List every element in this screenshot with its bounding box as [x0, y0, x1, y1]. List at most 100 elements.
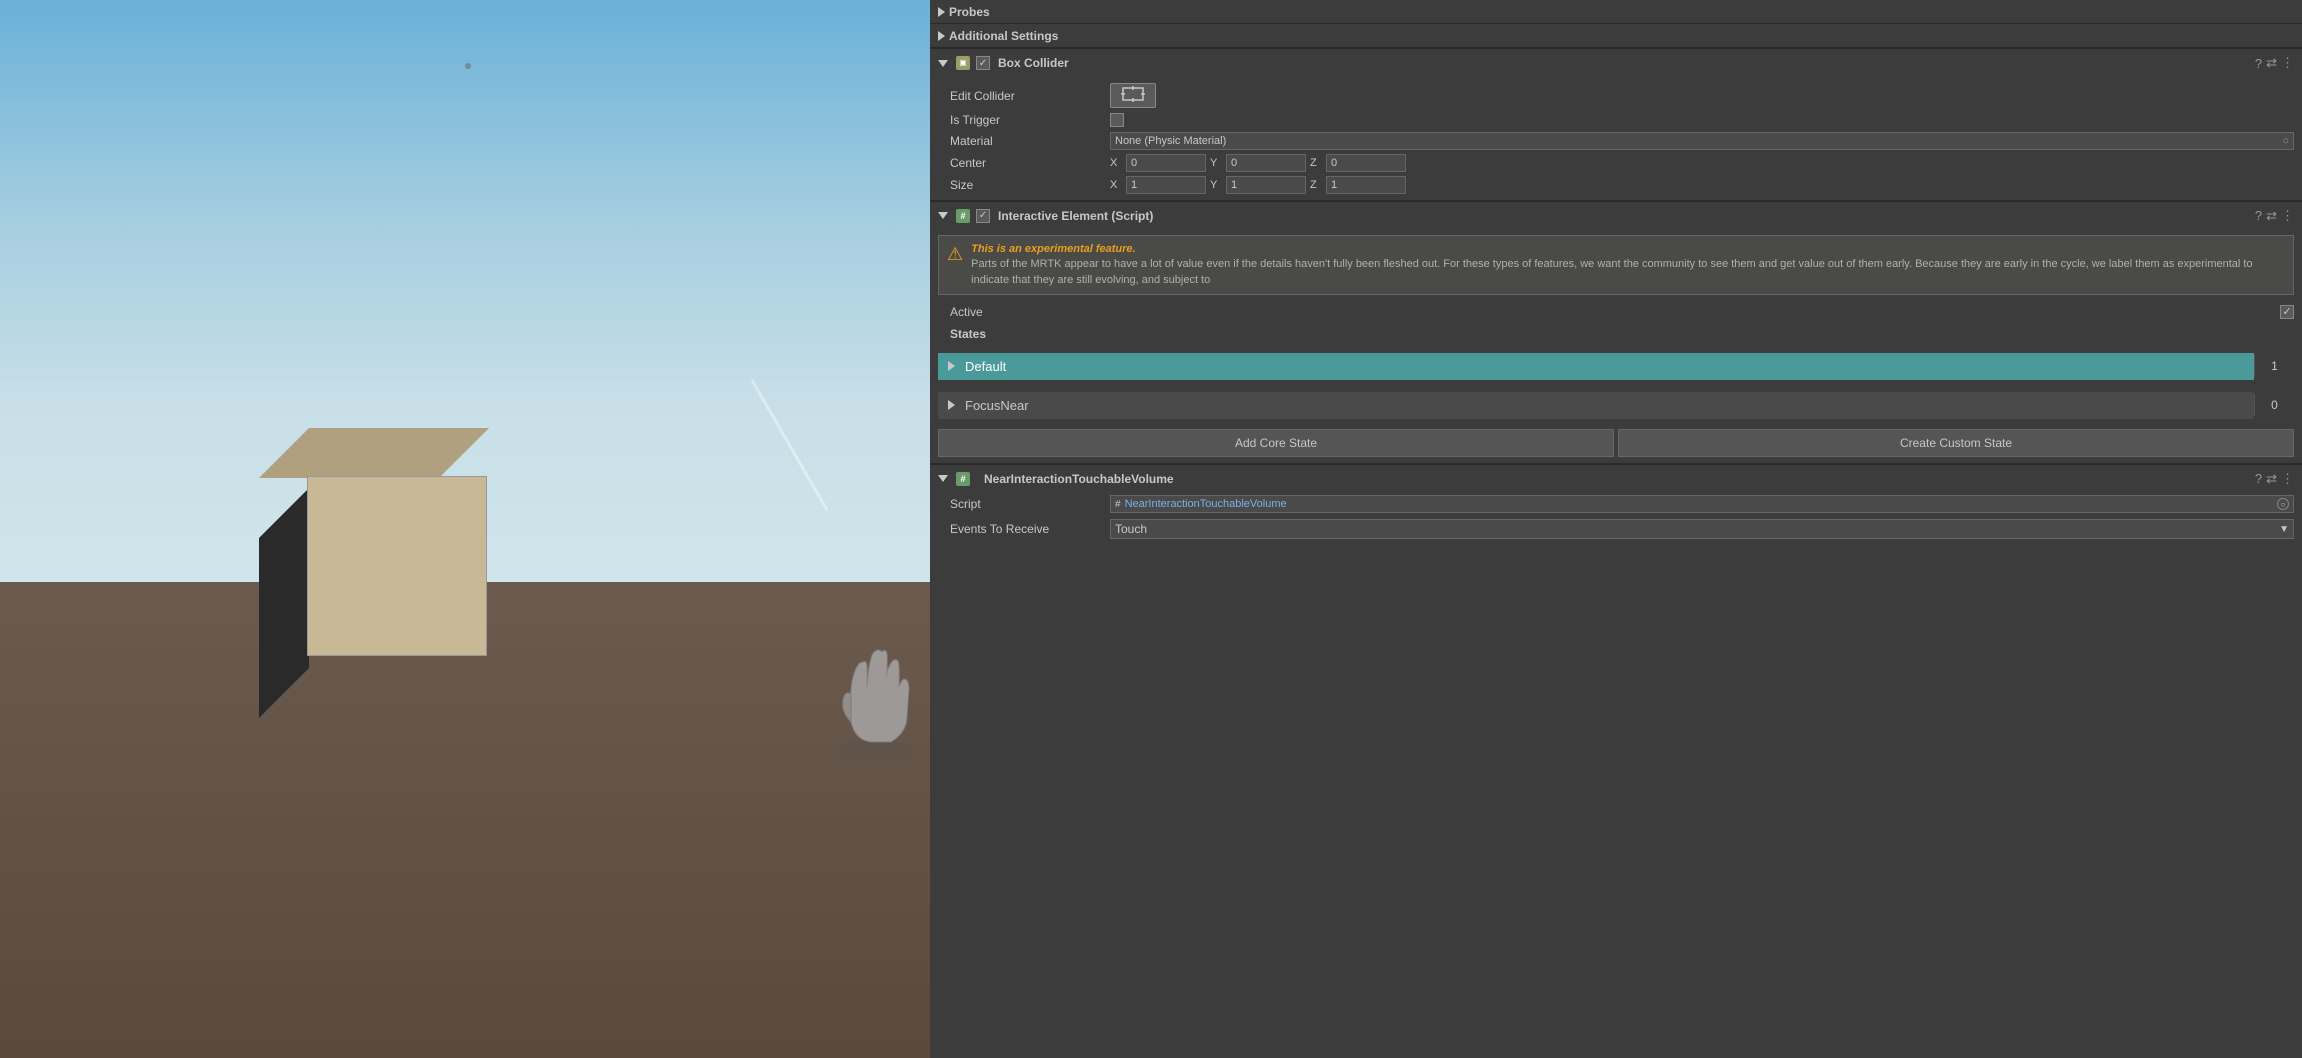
add-core-state-button[interactable]: Add Core State: [938, 429, 1614, 457]
center-x-input[interactable]: [1126, 154, 1206, 172]
script-value-field[interactable]: # NearInteractionTouchableVolume ○: [1110, 495, 2294, 513]
interactive-element-section: # ✓ Interactive Element (Script) ? ⇄ ⋮ ⚠…: [930, 200, 2302, 463]
near-interaction-arrow[interactable]: [938, 475, 948, 482]
focus-near-state-expand[interactable]: FocusNear: [938, 392, 2254, 419]
edit-collider-icon: [1121, 86, 1145, 102]
cube-object[interactable]: [307, 476, 487, 656]
near-interaction-header[interactable]: # NearInteractionTouchableVolume ? ⇄ ⋮: [930, 464, 2302, 492]
material-dropdown-circle: ○: [2282, 135, 2289, 147]
warning-body: Parts of the MRTK appear to have a lot o…: [971, 257, 2285, 288]
material-label: Material: [950, 134, 1110, 148]
box-collider-title: Box Collider: [998, 56, 2251, 70]
additional-settings-section[interactable]: Additional Settings: [930, 24, 2302, 48]
script-label: Script: [950, 497, 1110, 511]
box-collider-arrow[interactable]: [938, 60, 948, 67]
edit-collider-label: Edit Collider: [950, 89, 1110, 103]
create-custom-state-button[interactable]: Create Custom State: [1618, 429, 2294, 457]
box-collider-icon: ▣: [956, 56, 970, 70]
near-interaction-more-icon[interactable]: ⋮: [2281, 471, 2294, 487]
near-interaction-settings-icon[interactable]: ⇄: [2266, 471, 2277, 487]
default-state-item: Default 1: [938, 348, 2294, 384]
probes-section[interactable]: Probes: [930, 0, 2302, 24]
active-label: Active: [950, 305, 2280, 319]
center-z-label: Z: [1310, 157, 1322, 169]
scene-viewport[interactable]: [0, 0, 930, 1058]
is-trigger-value: [1110, 113, 2294, 127]
box-collider-header[interactable]: ▣ ✓ Box Collider ? ⇄ ⋮: [930, 49, 2302, 77]
experimental-warning: ⚠ This is an experimental feature. Parts…: [938, 235, 2294, 295]
near-interaction-section: # NearInteractionTouchableVolume ? ⇄ ⋮ S…: [930, 463, 2302, 542]
edit-collider-button[interactable]: [1110, 83, 1156, 108]
default-state-expand[interactable]: Default: [938, 353, 2254, 380]
interactive-element-settings-icon[interactable]: ⇄: [2266, 208, 2277, 224]
warning-title: This is an experimental feature.: [971, 242, 2285, 257]
interactive-element-help-icon[interactable]: ?: [2255, 208, 2262, 223]
default-state-count: 1: [2254, 355, 2294, 377]
material-row: Material None (Physic Material) ○: [930, 130, 2302, 152]
size-xyz: X Y Z: [1110, 176, 2294, 194]
center-y-label: Y: [1210, 157, 1222, 169]
interactive-element-more-icon[interactable]: ⋮: [2281, 208, 2294, 224]
box-collider-enable-checkbox[interactable]: ✓: [976, 56, 990, 70]
script-value-text: NearInteractionTouchableVolume: [1125, 498, 2273, 510]
center-y-input[interactable]: [1226, 154, 1306, 172]
cube-front-face: [307, 476, 487, 656]
size-x-label: X: [1110, 179, 1122, 191]
focus-near-state-name: FocusNear: [965, 398, 1029, 413]
focus-near-state-arrow[interactable]: [948, 400, 955, 410]
near-interaction-help-icon[interactable]: ?: [2255, 471, 2262, 486]
interactive-element-enable-checkbox[interactable]: ✓: [976, 209, 990, 223]
box-collider-more-icon[interactable]: ⋮: [2281, 55, 2294, 71]
edit-collider-value: [1110, 83, 2294, 108]
center-x-label: X: [1110, 157, 1122, 169]
box-collider-body: Edit Collider Is Trigger: [930, 77, 2302, 200]
states-label: States: [930, 323, 2302, 345]
size-label: Size: [950, 178, 1110, 192]
inspector-panel: Probes Additional Settings ▣ ✓ Box Colli…: [930, 0, 2302, 1058]
additional-settings-title: Additional Settings: [949, 29, 2294, 43]
hand-icon: [831, 632, 921, 762]
events-to-receive-row: Events To Receive Touch ▼: [930, 516, 2302, 542]
events-to-receive-dropdown[interactable]: Touch ▼: [1110, 519, 2294, 539]
size-y-label: Y: [1210, 179, 1222, 191]
interactive-element-title: Interactive Element (Script): [998, 209, 2251, 223]
events-to-receive-value: Touch: [1115, 522, 1147, 536]
warning-triangle-icon: ⚠: [947, 244, 963, 265]
material-dropdown-text: None (Physic Material): [1115, 135, 1226, 147]
near-interaction-title: NearInteractionTouchableVolume: [984, 472, 2251, 486]
is-trigger-checkbox[interactable]: [1110, 113, 1124, 127]
interactive-element-arrow[interactable]: [938, 212, 948, 219]
active-checkmark: ✓: [2282, 307, 2291, 318]
probes-arrow[interactable]: [938, 7, 945, 17]
size-row: Size X Y Z: [930, 174, 2302, 196]
is-trigger-label: Is Trigger: [950, 113, 1110, 127]
material-dropdown[interactable]: None (Physic Material) ○: [1110, 132, 2294, 150]
focus-near-state-item: FocusNear 0: [938, 387, 2294, 423]
state-buttons-row: Add Core State Create Custom State: [938, 429, 2294, 457]
default-state-name: Default: [965, 359, 1006, 374]
active-row: Active ✓: [930, 301, 2302, 323]
additional-settings-arrow[interactable]: [938, 31, 945, 41]
center-xyz: X Y Z: [1110, 154, 2294, 172]
events-to-receive-label: Events To Receive: [950, 522, 1110, 536]
center-label: Center: [950, 156, 1110, 170]
events-dropdown-arrow-icon: ▼: [2279, 524, 2289, 535]
center-z-input[interactable]: [1326, 154, 1406, 172]
edit-collider-row: Edit Collider: [930, 81, 2302, 110]
size-x-input[interactable]: [1126, 176, 1206, 194]
active-checkbox[interactable]: ✓: [2280, 305, 2294, 319]
is-trigger-row: Is Trigger: [930, 110, 2302, 130]
size-y-input[interactable]: [1226, 176, 1306, 194]
box-collider-settings-icon[interactable]: ⇄: [2266, 55, 2277, 71]
material-value: None (Physic Material) ○: [1110, 132, 2294, 150]
box-collider-section: ▣ ✓ Box Collider ? ⇄ ⋮ Edit Collider: [930, 48, 2302, 200]
interactive-element-header[interactable]: # ✓ Interactive Element (Script) ? ⇄ ⋮: [930, 201, 2302, 229]
size-z-input[interactable]: [1326, 176, 1406, 194]
script-select-icon[interactable]: ○: [2277, 498, 2289, 510]
probes-title: Probes: [949, 5, 2294, 19]
warning-text-content: This is an experimental feature. Parts o…: [971, 242, 2285, 288]
center-row: Center X Y Z: [930, 152, 2302, 174]
interactive-element-icon: #: [956, 209, 970, 223]
box-collider-help-icon[interactable]: ?: [2255, 56, 2262, 71]
default-state-arrow[interactable]: [948, 361, 955, 371]
